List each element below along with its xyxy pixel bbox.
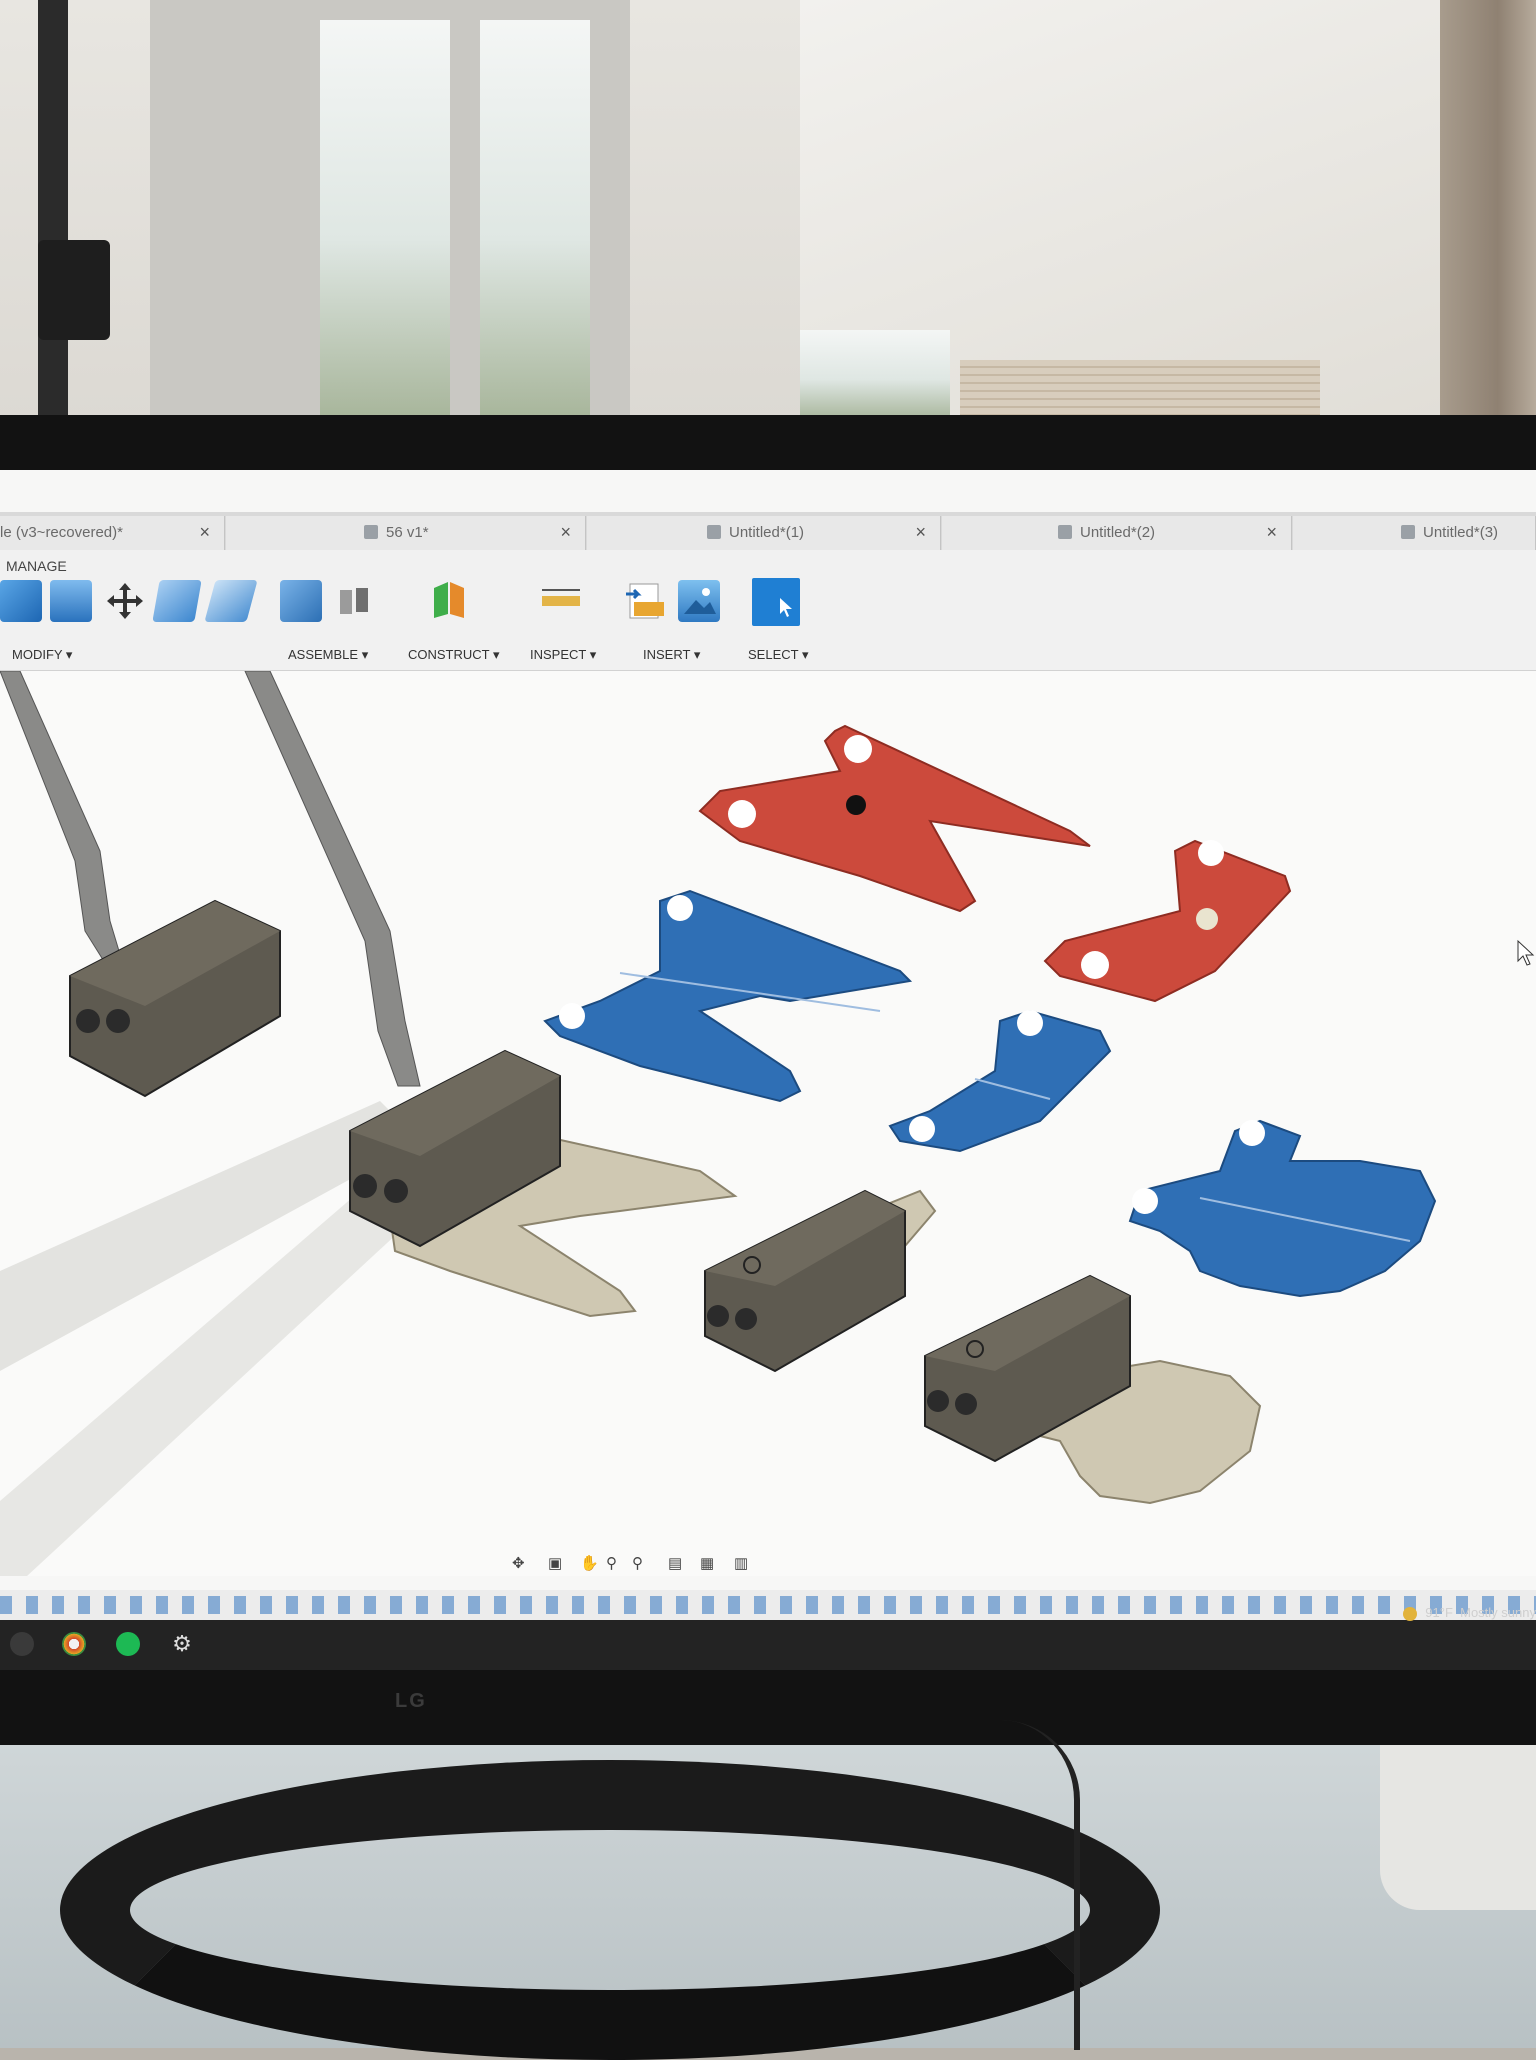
spotify-icon[interactable] — [116, 1632, 140, 1656]
weight-port — [735, 1308, 757, 1330]
model-canvas — [0, 670, 1535, 1601]
close-icon[interactable]: × — [199, 522, 210, 543]
screw-hole — [728, 800, 756, 828]
red-small-plate[interactable] — [1043, 839, 1292, 1003]
3d-viewport[interactable] — [0, 670, 1536, 1601]
select-icon[interactable] — [752, 578, 800, 626]
monitor-cable — [980, 1720, 1080, 2050]
weight-port — [927, 1390, 949, 1412]
weight-port — [955, 1393, 977, 1415]
tab-document-5[interactable]: Untitled*(3) — [1293, 516, 1536, 550]
weight-port — [384, 1179, 408, 1203]
settings-gear-icon[interactable]: ⚙ — [170, 1632, 194, 1656]
insert-menu[interactable]: INSERT ▾ — [643, 647, 700, 663]
screw-hole — [667, 895, 693, 921]
display-settings-icon[interactable]: ▤ — [668, 1554, 686, 1572]
canvas-image-icon[interactable] — [678, 580, 720, 622]
inspect-menu[interactable]: INSPECT ▾ — [530, 647, 596, 663]
window-pane — [480, 20, 590, 420]
weight-port — [353, 1174, 377, 1198]
screw-hole — [1198, 840, 1224, 866]
press-pull-icon[interactable] — [0, 580, 42, 622]
timeline-feature-icons[interactable] — [0, 1596, 1536, 1614]
monitor-screen: le (v3~recovered)* × 56 v1* × Untitled*(… — [0, 470, 1536, 1670]
tab-label: 56 v1* — [386, 524, 429, 541]
manage-menu[interactable]: MANAGE — [6, 558, 67, 574]
screw-hole — [559, 1003, 585, 1029]
room-background — [0, 0, 1536, 420]
putter-shaft — [0, 670, 126, 972]
new-component-icon[interactable] — [280, 580, 322, 622]
insert-svg-icon[interactable] — [624, 580, 666, 622]
component-icon — [364, 525, 378, 539]
chamfer-icon[interactable] — [204, 580, 258, 622]
tab-document-2[interactable]: 56 v1* × — [226, 516, 586, 550]
viewports-icon[interactable]: ▥ — [734, 1554, 752, 1572]
viewport-nav-bar: ✥ ▣ ✋ ⚲ ⚲ ▤ ▦ ▥ — [0, 1550, 1536, 1580]
orbit-icon[interactable]: ✥ — [512, 1554, 530, 1572]
screw-hole — [1132, 1188, 1158, 1214]
lamp-head — [38, 240, 110, 340]
assemble-menu[interactable]: ASSEMBLE ▾ — [288, 647, 368, 663]
design-toolbar: MANAGE MODIFY ▾ ASSEMBLE ▾ CONSTRUCT ▾ I… — [0, 550, 1536, 671]
weather-desc: Mostly sunny — [1460, 1605, 1536, 1620]
tab-label: Untitled*(1) — [729, 524, 805, 541]
component-icon — [707, 525, 721, 539]
sun-icon — [1403, 1606, 1418, 1621]
document-tab-bar: le (v3~recovered)* × 56 v1* × Untitled*(… — [0, 512, 1536, 550]
screw-hole — [1081, 951, 1109, 979]
mouse-cursor-icon — [1517, 939, 1535, 966]
design-timeline[interactable] — [0, 1590, 1536, 1620]
close-icon[interactable]: × — [915, 522, 926, 543]
monitor-logo: LG — [395, 1690, 427, 1712]
window-pane — [800, 330, 950, 420]
red-cavity-plate[interactable] — [698, 724, 1091, 913]
weather-temp: 91°F — [1425, 1605, 1453, 1620]
screw-hole — [1017, 1010, 1043, 1036]
tab-label: Untitled*(3) — [1423, 524, 1499, 541]
window-blinds — [960, 360, 1320, 420]
component-icon — [1401, 525, 1415, 539]
blue-mallet-plate[interactable] — [1128, 1119, 1437, 1298]
weight-port — [106, 1009, 130, 1033]
tab-label: le (v3~recovered)* — [0, 524, 123, 541]
chrome-icon[interactable] — [62, 1632, 86, 1656]
fillet-icon[interactable] — [50, 580, 92, 622]
screw-hole — [1196, 908, 1218, 930]
screw-hole — [1239, 1120, 1265, 1146]
weight-port — [76, 1009, 100, 1033]
tab-document-4[interactable]: Untitled*(2) × — [942, 516, 1292, 550]
construct-menu[interactable]: CONSTRUCT ▾ — [408, 647, 500, 663]
plane-icon[interactable] — [428, 578, 470, 620]
window-pane — [320, 20, 450, 420]
component-icon — [1058, 525, 1072, 539]
close-icon[interactable]: × — [560, 522, 571, 543]
tab-document-3[interactable]: Untitled*(1) × — [587, 516, 941, 550]
os-taskbar: ⚙ — [0, 1620, 1536, 1670]
close-icon[interactable]: × — [1266, 522, 1277, 543]
measure-icon[interactable] — [540, 580, 582, 622]
grid-settings-icon[interactable]: ▦ — [700, 1554, 718, 1572]
stone-pillar — [1440, 0, 1536, 420]
lamp-pole — [38, 0, 68, 420]
task-view-icon[interactable] — [10, 1632, 34, 1656]
look-at-icon[interactable]: ▣ — [548, 1554, 566, 1572]
tab-document-1[interactable]: le (v3~recovered)* × — [0, 516, 225, 550]
zoom-icon[interactable]: ⚲ — [606, 1554, 624, 1572]
weight-port — [707, 1305, 729, 1327]
modify-menu[interactable]: MODIFY ▾ — [12, 647, 72, 663]
move-icon[interactable] — [104, 580, 146, 622]
screw-hole — [846, 795, 866, 815]
screw-hole — [844, 735, 872, 763]
select-menu[interactable]: SELECT ▾ — [748, 647, 808, 663]
putter-shaft — [244, 670, 421, 1087]
screw-hole — [909, 1116, 935, 1142]
blue-cavity-plate[interactable] — [543, 889, 913, 1103]
shell-icon[interactable] — [152, 580, 202, 622]
joint-icon[interactable] — [334, 580, 376, 622]
fit-icon[interactable]: ⚲ — [632, 1554, 650, 1572]
weather-widget[interactable]: 91°F Mostly sunny — [1403, 1605, 1536, 1621]
tab-label: Untitled*(2) — [1080, 524, 1156, 541]
pan-icon[interactable]: ✋ — [580, 1554, 599, 1572]
